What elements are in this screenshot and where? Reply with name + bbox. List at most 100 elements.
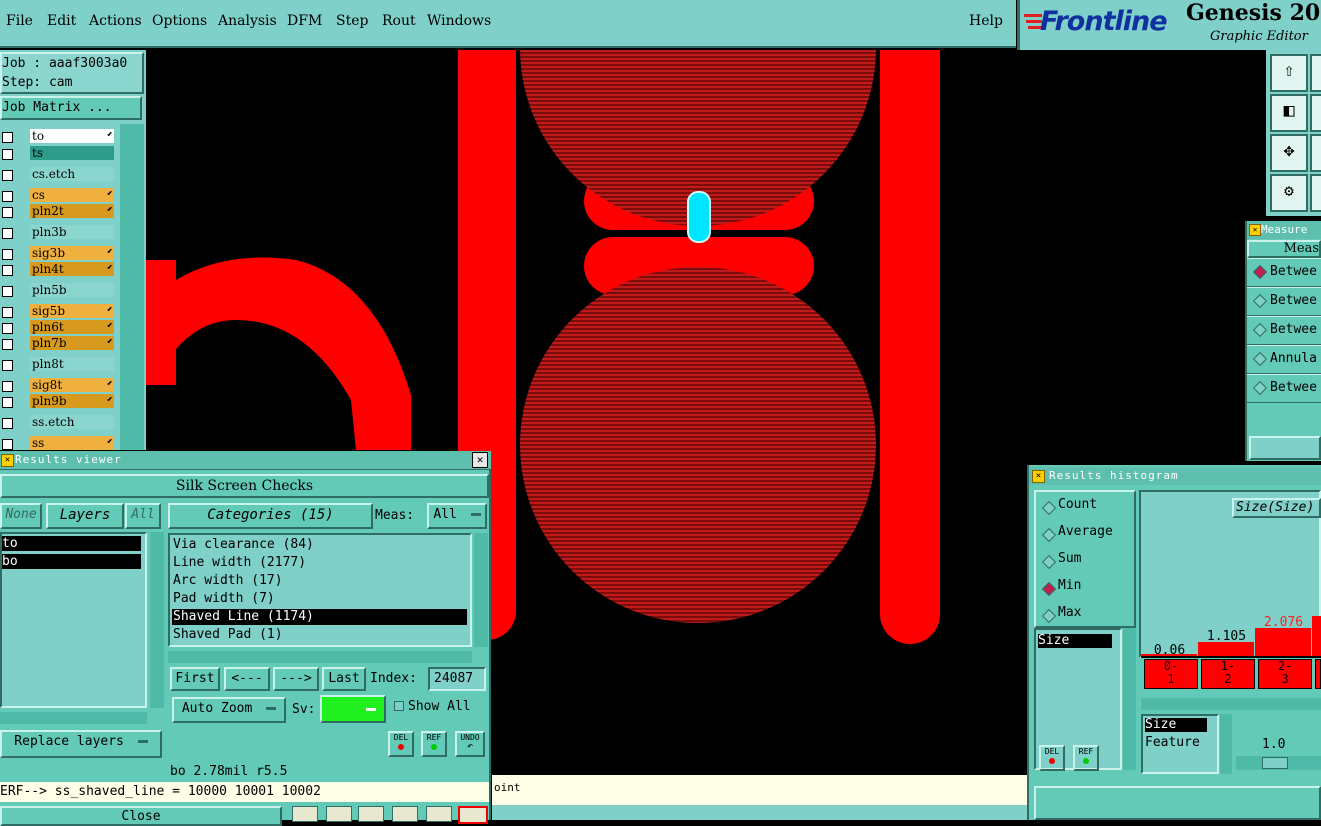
hist-bottom-scroll[interactable] — [1220, 714, 1232, 774]
radio-diamond-icon[interactable] — [1252, 264, 1268, 280]
menu-help[interactable]: Help — [969, 13, 1003, 29]
category-item[interactable]: Arc width (17) — [172, 573, 467, 589]
layer-checkbox[interactable] — [2, 132, 13, 143]
radio-diamond-icon[interactable] — [1041, 500, 1057, 516]
tool-icon[interactable] — [1310, 174, 1321, 212]
layer-label[interactable]: sig8t — [30, 378, 114, 392]
trace-right[interactable] — [880, 50, 940, 644]
layer-row[interactable]: pln6t ⬋ — [0, 320, 116, 335]
layer-checkbox[interactable] — [2, 418, 13, 429]
radio-diamond-icon[interactable] — [1252, 380, 1268, 396]
show-all-checkbox[interactable] — [394, 701, 404, 711]
replace-layers-dropdown[interactable]: Replace layers — [0, 730, 162, 758]
layer-checkbox[interactable] — [2, 207, 13, 218]
tool-icon[interactable] — [1310, 54, 1321, 92]
histogram-bin[interactable]: 0- 1 — [1144, 659, 1198, 689]
stat-option[interactable]: Min — [1058, 578, 1081, 593]
layer-checkbox[interactable] — [2, 191, 13, 202]
layer-label[interactable]: pln4t — [30, 262, 114, 276]
layer-checkbox[interactable] — [2, 439, 13, 450]
layer-checkbox[interactable] — [2, 307, 13, 318]
layer-checkbox[interactable] — [2, 323, 13, 334]
layer-row[interactable]: to ⬋ — [0, 129, 116, 144]
categories-button[interactable]: Categories (15) — [168, 503, 373, 529]
auto-zoom-dropdown[interactable]: Auto Zoom — [172, 697, 286, 723]
menu-rout[interactable]: Rout — [382, 13, 416, 29]
menu-windows[interactable]: Windows — [427, 13, 491, 29]
layer-checkbox[interactable] — [2, 397, 13, 408]
measure-option[interactable]: Betwee — [1247, 316, 1321, 345]
list-item[interactable]: to — [2, 536, 141, 551]
layer-checkbox[interactable] — [2, 170, 13, 181]
hist-ref-button[interactable]: REF — [1073, 745, 1099, 771]
ref-button[interactable]: REF — [421, 731, 447, 757]
histogram-bar[interactable] — [1198, 642, 1254, 656]
layer-row[interactable]: ss ⬋ — [0, 436, 116, 451]
category-item[interactable]: Line width (2177) — [172, 555, 467, 571]
layer-label[interactable]: cs — [30, 188, 114, 202]
radio-diamond-icon[interactable] — [1041, 581, 1057, 597]
category-list[interactable]: Via clearance (84) Line width (2177) Arc w… — [168, 533, 472, 647]
radio-diamond-icon[interactable] — [1041, 608, 1057, 624]
layer-label[interactable]: pln3b — [30, 225, 114, 239]
menu-analysis[interactable]: Analysis — [218, 13, 277, 29]
all-layers-button[interactable]: All — [125, 503, 161, 529]
layer-checkbox[interactable] — [2, 381, 13, 392]
layer-row[interactable]: cs.etch — [0, 167, 116, 182]
layer-label[interactable]: to — [30, 129, 114, 143]
job-matrix-button[interactable]: Job Matrix ... — [0, 96, 142, 120]
slider-thumb[interactable] — [1262, 757, 1288, 769]
layer-label[interactable]: ss.etch — [30, 415, 114, 429]
size-button[interactable]: Size(Size) — [1232, 498, 1321, 518]
layer-checkbox[interactable] — [2, 360, 13, 371]
tool-icon[interactable] — [458, 806, 488, 824]
next-button[interactable]: ---> — [273, 667, 319, 691]
layer-row[interactable]: pln4t ⬋ — [0, 262, 116, 277]
measure-tool-icon[interactable]: ⚙ — [1270, 174, 1308, 212]
layer-row[interactable]: pln3b — [0, 225, 116, 240]
layer-row[interactable]: pln8t — [0, 357, 116, 372]
radio-diamond-icon[interactable] — [1041, 554, 1057, 570]
layer-row[interactable]: pln7b ⬋ — [0, 336, 116, 351]
list-item[interactable]: Size — [1145, 718, 1207, 732]
layer-row[interactable]: cs ⬋ — [0, 188, 116, 203]
stat-option[interactable]: Sum — [1058, 551, 1081, 566]
round-pad-bottom[interactable] — [520, 267, 876, 623]
list-item[interactable]: bo — [2, 554, 141, 569]
layer-row[interactable]: ts — [0, 146, 116, 161]
results-layer-list[interactable]: to bo — [0, 532, 147, 708]
close-icon[interactable]: ✕ — [472, 452, 488, 468]
upload-icon[interactable]: ⇧ — [1270, 54, 1308, 92]
measure-option[interactable]: Betwee — [1247, 287, 1321, 316]
layer-checkbox[interactable] — [2, 149, 13, 160]
layer-list-vscroll[interactable] — [150, 532, 164, 708]
layer-checkbox[interactable] — [2, 228, 13, 239]
layer-label[interactable]: pln8t — [30, 357, 114, 371]
layer-row[interactable]: pln2t ⬋ — [0, 204, 116, 219]
category-item[interactable]: Via clearance (84) — [172, 537, 467, 553]
list-item[interactable]: Feature — [1145, 736, 1200, 750]
index-field[interactable]: 24087 — [428, 667, 486, 691]
scale-slider[interactable] — [1236, 756, 1321, 770]
measure-option[interactable]: Betwee — [1247, 258, 1321, 287]
sv-color-dropdown[interactable] — [320, 695, 386, 723]
layer-label[interactable]: pln5b — [30, 283, 114, 297]
menu-edit[interactable]: Edit — [47, 13, 76, 29]
none-button[interactable]: None — [0, 503, 42, 529]
tool-icon[interactable] — [1310, 134, 1321, 172]
menu-step[interactable]: Step — [336, 13, 368, 29]
histogram-bar[interactable] — [1255, 628, 1311, 656]
measure-close-button[interactable] — [1249, 436, 1321, 460]
layer-scrollbar[interactable] — [120, 124, 144, 450]
layer-row[interactable]: sig3b ⬋ — [0, 246, 116, 261]
tool-icon[interactable] — [1310, 94, 1321, 132]
layer-checkbox[interactable] — [2, 249, 13, 260]
measure-option[interactable]: Betwee — [1247, 374, 1321, 403]
first-button[interactable]: First — [170, 667, 220, 691]
radio-diamond-icon[interactable] — [1252, 293, 1268, 309]
layer-checkbox[interactable] — [2, 286, 13, 297]
layer-label[interactable]: ts — [30, 146, 114, 160]
list-item[interactable]: Size — [1038, 634, 1112, 648]
histogram-bin[interactable]: 1- 2 — [1201, 659, 1255, 689]
last-button[interactable]: Last — [322, 667, 366, 691]
